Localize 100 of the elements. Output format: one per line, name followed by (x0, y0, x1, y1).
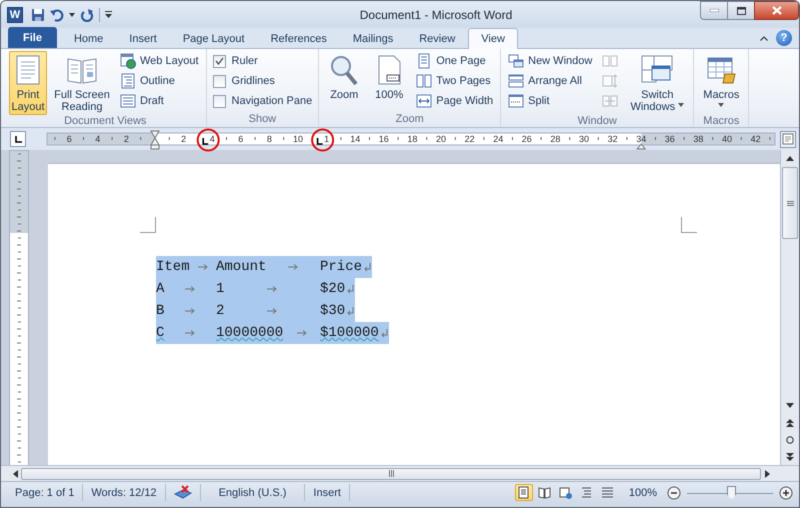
ribbon-button[interactable]: Split (505, 91, 596, 111)
grip-icon (388, 470, 394, 477)
scroll-down-icon[interactable] (786, 403, 794, 408)
ribbon-button[interactable]: Print Layout (9, 51, 47, 115)
next-page-icon[interactable] (786, 452, 794, 460)
ribbon-button[interactable]: Arrange All (505, 71, 596, 91)
group-label: Show (248, 113, 278, 127)
print-layout-icon (517, 486, 530, 499)
ruler-number: 36 (664, 134, 675, 144)
ribbon-button[interactable]: Zoom (323, 51, 366, 111)
ruler-number: 30 (579, 134, 589, 144)
close-icon (772, 6, 782, 15)
collapse-ribbon-icon[interactable] (760, 36, 768, 40)
ribbon-button[interactable]: One Page (413, 51, 496, 71)
proofing-book-icon[interactable] (174, 485, 192, 500)
close-button[interactable] (754, 1, 799, 20)
browse-object-icon[interactable] (786, 436, 794, 444)
globe-page-icon (120, 53, 136, 69)
scroll-thumb[interactable] (21, 468, 761, 480)
margin-mark (140, 217, 156, 233)
caret-icon[interactable] (69, 12, 75, 16)
checkbox[interactable] (212, 54, 226, 68)
ribbon-button[interactable]: Macros (698, 51, 744, 115)
group-label: Zoom (394, 113, 425, 127)
cell-text: 10000000 (216, 325, 284, 341)
one-page-icon (416, 53, 432, 69)
ruler-number: 1 (324, 134, 330, 144)
scroll-left-icon[interactable] (12, 470, 18, 478)
draft-icon (120, 93, 136, 109)
page-width-icon (416, 93, 432, 109)
language[interactable]: English (U.S.) (200, 484, 306, 501)
ribbon-button[interactable]: Two Pages (413, 71, 496, 91)
scroll-right-icon[interactable] (764, 470, 770, 478)
customize-caret-icon[interactable] (105, 10, 112, 18)
word-count[interactable]: Words: 12/12 (83, 484, 166, 501)
restore-icon (736, 6, 746, 14)
zoom-in-icon[interactable] (779, 486, 793, 500)
tab-stop-marker[interactable] (316, 138, 323, 145)
ribbon-button[interactable]: New Window (505, 51, 596, 71)
previous-page-icon[interactable] (786, 418, 794, 426)
cell-text: $100000 (320, 325, 379, 341)
indent-marker[interactable] (150, 130, 160, 150)
tab-mark-icon (185, 308, 196, 314)
zoom-level[interactable]: 100% (628, 486, 657, 498)
cell-text: $20 (320, 281, 346, 297)
checkbox[interactable] (212, 94, 226, 108)
ribbon-tab[interactable]: Home (60, 28, 116, 48)
undo-icon[interactable] (50, 8, 64, 22)
scroll-thumb[interactable] (782, 167, 798, 239)
minimize-button[interactable] (700, 1, 727, 20)
app-logo[interactable]: W (7, 6, 23, 22)
ribbon-button[interactable]: Full Screen Reading (51, 51, 113, 115)
zoom-slider[interactable] (687, 486, 773, 500)
page-count[interactable]: Page: 1 of 1 (7, 484, 84, 501)
ruler-number: 4 (95, 134, 100, 144)
zoom-slider-thumb[interactable] (727, 486, 736, 500)
two-pages-icon (416, 73, 432, 89)
ribbon-tab[interactable]: Page Layout (170, 28, 258, 48)
ribbon-tab[interactable]: References (258, 28, 340, 48)
cell-text: 2 (216, 303, 224, 319)
cell-text: Item (156, 259, 190, 275)
view-ruler-button[interactable] (780, 130, 796, 148)
ribbon-button[interactable]: Switch Windows (625, 51, 690, 115)
group-label: Window (576, 115, 618, 128)
checkbox[interactable] (212, 74, 226, 88)
ruler-number: 14 (350, 134, 360, 144)
tab-selector[interactable] (10, 131, 26, 147)
ribbon-tab[interactable]: Review (406, 28, 468, 48)
ruler-number: 2 (181, 134, 186, 144)
cell-text: Amount (216, 259, 266, 275)
ribbon-tab[interactable]: View (468, 28, 518, 49)
restore-button[interactable] (727, 1, 754, 20)
highlight-circle (311, 128, 334, 152)
ruler-number: 40 (722, 134, 732, 144)
reset-window-icon (602, 93, 618, 109)
scroll-up-icon[interactable] (786, 156, 794, 161)
file-tab[interactable]: File (8, 27, 57, 48)
tab-mark-icon (296, 330, 307, 336)
redo-icon[interactable] (80, 8, 94, 22)
ribbon-button[interactable]: Outline (117, 71, 202, 91)
ribbon-button[interactable]: 100% (369, 51, 410, 111)
ruler-number: 32 (608, 134, 618, 144)
zoom-out-icon[interactable] (667, 486, 681, 500)
ruler-number: 10 (293, 134, 303, 144)
ribbon-button[interactable]: Web Layout (117, 51, 202, 71)
ribbon-button[interactable]: Draft (117, 91, 202, 111)
ribbon-button[interactable]: Page Width (413, 91, 496, 111)
ribbon-tab[interactable]: Mailings (340, 28, 406, 48)
ruler-number: 28 (550, 134, 560, 144)
web-layout-icon (559, 486, 572, 499)
tab-mark-icon (185, 286, 196, 292)
insert-mode[interactable]: Insert (305, 484, 350, 501)
group-label: Document Views (63, 115, 148, 128)
view-button[interactable] (514, 484, 533, 501)
ruler-number: 8 (266, 134, 272, 144)
tab-stop-marker[interactable] (202, 138, 208, 145)
save-icon[interactable] (31, 8, 45, 22)
paragraph-mark-icon (380, 328, 389, 338)
split-window-icon (508, 93, 524, 109)
ribbon-tab[interactable]: Insert (116, 28, 170, 48)
